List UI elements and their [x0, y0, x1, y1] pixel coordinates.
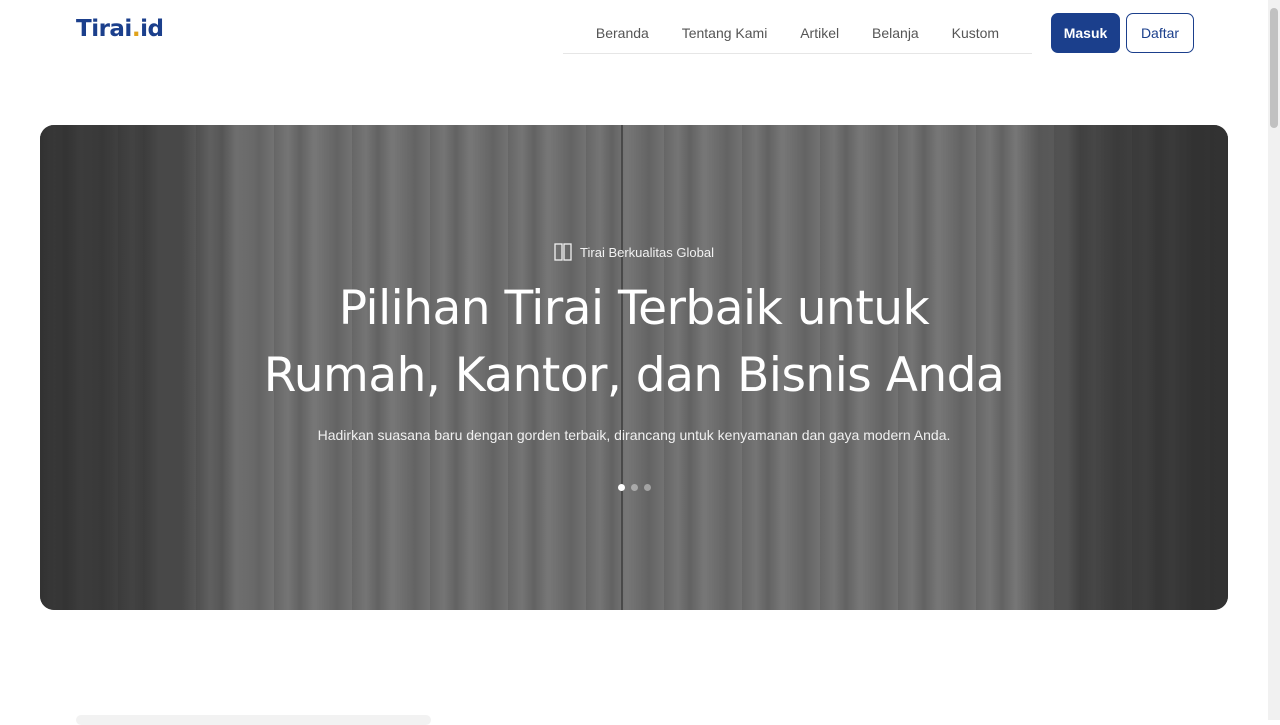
nav-beranda[interactable]: Beranda	[596, 25, 649, 41]
hero-banner: Tirai Berkualitas Global Pilihan Tirai T…	[40, 125, 1228, 610]
page-scrollbar[interactable]	[1268, 0, 1280, 720]
hero-tagline: Tirai Berkualitas Global	[40, 243, 1228, 261]
carousel-dot-3[interactable]	[643, 484, 651, 491]
scrollbar-thumb[interactable]	[1270, 8, 1278, 128]
carousel-dot-1[interactable]	[617, 484, 625, 491]
login-button[interactable]: Masuk	[1051, 13, 1120, 53]
carousel-dot-2[interactable]	[630, 484, 638, 491]
hero-tagline-text: Tirai Berkualitas Global	[580, 244, 714, 260]
nav-kustom[interactable]: Kustom	[952, 25, 999, 41]
nav-tentang-kami[interactable]: Tentang Kami	[682, 25, 768, 41]
nav-artikel[interactable]: Artikel	[800, 25, 839, 41]
nav-belanja[interactable]: Belanja	[872, 25, 919, 41]
hero-subtitle: Hadirkan suasana baru dengan gorden terb…	[317, 427, 951, 443]
carousel-dots	[40, 484, 1228, 491]
main-nav: Beranda Tentang Kami Artikel Belanja Kus…	[563, 13, 1032, 54]
register-button[interactable]: Daftar	[1126, 13, 1194, 53]
content-card-peek	[76, 715, 431, 725]
curtain-icon	[554, 243, 572, 261]
site-logo[interactable]: Tirai.id	[76, 14, 164, 44]
logo-text: Tirai.id	[76, 16, 164, 42]
hero-title: Pilihan Tirai Terbaik untuk Rumah, Kanto…	[263, 281, 1005, 403]
